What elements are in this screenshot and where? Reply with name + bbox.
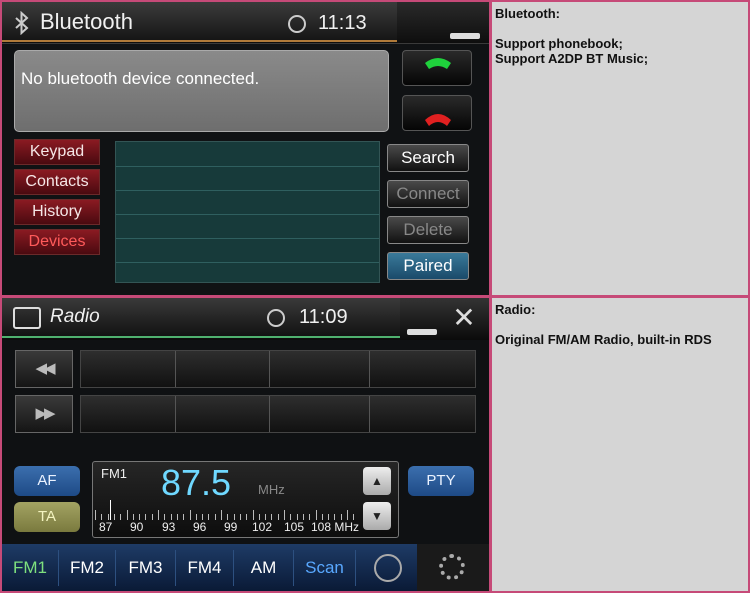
preset-row-2[interactable] <box>80 395 476 433</box>
sound-icon[interactable] <box>374 554 402 582</box>
seek-forward-button[interactable]: ▶▶ <box>15 395 73 433</box>
clock-icon <box>288 15 306 33</box>
frequency: 87.5 <box>161 462 232 503</box>
scale-tick <box>214 514 216 520</box>
radio-icon <box>13 307 41 329</box>
radio-header: Radio 11:09 ✕ <box>2 298 489 340</box>
current-band: FM1 <box>101 466 127 481</box>
scale-tick <box>158 510 159 520</box>
seek-back-button[interactable]: ◀◀ <box>15 350 73 388</box>
scale-label: 87 <box>99 520 113 534</box>
scale-tick <box>120 514 122 520</box>
radio-panel: Radio 11:09 ✕ ◀◀ ▶▶ AF TA PTY FM1 87.5 M… <box>2 298 489 591</box>
preset-row-1[interactable] <box>80 350 476 388</box>
clock-icon <box>267 309 285 327</box>
history-tab[interactable]: History <box>14 199 100 225</box>
bluetooth-icon <box>15 11 29 35</box>
scale-tick <box>221 510 222 520</box>
phone-answer-icon <box>425 58 451 69</box>
af-button[interactable]: AF <box>14 466 80 496</box>
status-message: No bluetooth device connected. <box>14 50 389 132</box>
tab-fm4[interactable]: FM4 <box>176 550 234 586</box>
scale-tick <box>183 514 185 520</box>
contacts-tab[interactable]: Contacts <box>14 169 100 195</box>
tune-down-button[interactable]: ▼ <box>363 502 391 530</box>
radio-notes: Radio: Original FM/AM Radio, built-in RD… <box>492 298 748 591</box>
scale-tick <box>284 510 285 520</box>
bluetooth-notes-lines: Support phonebook; Support A2DP BT Music… <box>495 36 649 66</box>
bluetooth-notes: Bluetooth: Support phonebook; Support A2… <box>492 2 748 295</box>
skip-back-icon: ◀◀ <box>35 360 55 377</box>
tab-fm3[interactable]: FM3 <box>116 550 176 586</box>
scale-tick <box>145 514 147 520</box>
gear-icon <box>439 554 465 580</box>
scale-tick <box>95 510 96 520</box>
scale-label: 108 MHz <box>311 520 360 534</box>
keypad-tab[interactable]: Keypad <box>14 139 100 165</box>
pty-button[interactable]: PTY <box>408 466 474 496</box>
tab-am[interactable]: AM <box>234 550 294 586</box>
delete-button[interactable]: Delete <box>387 216 469 244</box>
radio-notes-heading: Radio: <box>495 302 536 317</box>
close-icon[interactable]: ✕ <box>452 304 476 332</box>
scale-tick <box>239 514 241 520</box>
tab-fm2[interactable]: FM2 <box>59 550 116 586</box>
clock-time: 11:09 <box>299 306 348 328</box>
frequency-unit: MHz <box>258 482 285 497</box>
scale-label: 96 <box>193 520 207 534</box>
scale-tick <box>208 514 210 520</box>
radio-notes-lines: Original FM/AM Radio, built-in RDS <box>495 332 712 347</box>
scale-label: 99 <box>224 520 238 534</box>
clock-time: 11:13 <box>318 12 367 34</box>
connect-button[interactable]: Connect <box>387 180 469 208</box>
tuner-display: FM1 87.5 MHz 87 90 93 96 99 102 105 108 … <box>92 461 399 538</box>
search-button[interactable]: Search <box>387 144 469 172</box>
scale-tick <box>347 510 348 520</box>
bluetooth-header: Bluetooth 11:13 <box>2 2 489 44</box>
minimize-button[interactable] <box>407 329 437 335</box>
answer-call-button[interactable] <box>402 50 472 86</box>
scale-tick <box>151 514 153 520</box>
scale-tick <box>176 514 178 520</box>
band-bar: FM1 FM2 FM3 FM4 AM Scan <box>2 544 489 591</box>
page-title: Bluetooth <box>40 9 133 34</box>
device-list[interactable] <box>115 141 380 283</box>
phone-hangup-icon <box>425 114 451 126</box>
scale-tick <box>126 510 128 520</box>
ta-button[interactable]: TA <box>14 502 80 532</box>
tuning-needle <box>110 500 111 520</box>
tab-scan[interactable]: Scan <box>294 550 356 586</box>
bluetooth-panel: Bluetooth 11:13 No bluetooth device conn… <box>2 2 489 295</box>
divider <box>489 0 492 593</box>
scale-tick <box>189 510 191 520</box>
scale-tick <box>246 514 248 520</box>
page-title: Radio <box>50 306 100 327</box>
end-call-button[interactable] <box>402 95 472 131</box>
scale-tick <box>277 514 279 520</box>
settings-button[interactable] <box>417 544 489 591</box>
skip-forward-icon: ▶▶ <box>35 405 55 422</box>
minimize-button[interactable] <box>450 33 480 39</box>
paired-button[interactable]: Paired <box>387 252 469 280</box>
scale-label: 105 <box>284 520 305 534</box>
scale-tick <box>113 514 115 520</box>
scale-label: 90 <box>130 520 144 534</box>
scale-tick <box>252 510 254 520</box>
scale-label: 102 <box>252 520 273 534</box>
devices-tab[interactable]: Devices <box>14 229 100 255</box>
tune-up-button[interactable]: ▲ <box>363 467 391 495</box>
divider <box>0 295 750 298</box>
scale-tick <box>315 510 317 520</box>
frequency-scale <box>95 508 365 520</box>
tab-fm1[interactable]: FM1 <box>2 550 59 586</box>
scale-label: 93 <box>162 520 176 534</box>
bluetooth-notes-heading: Bluetooth: <box>495 6 560 21</box>
